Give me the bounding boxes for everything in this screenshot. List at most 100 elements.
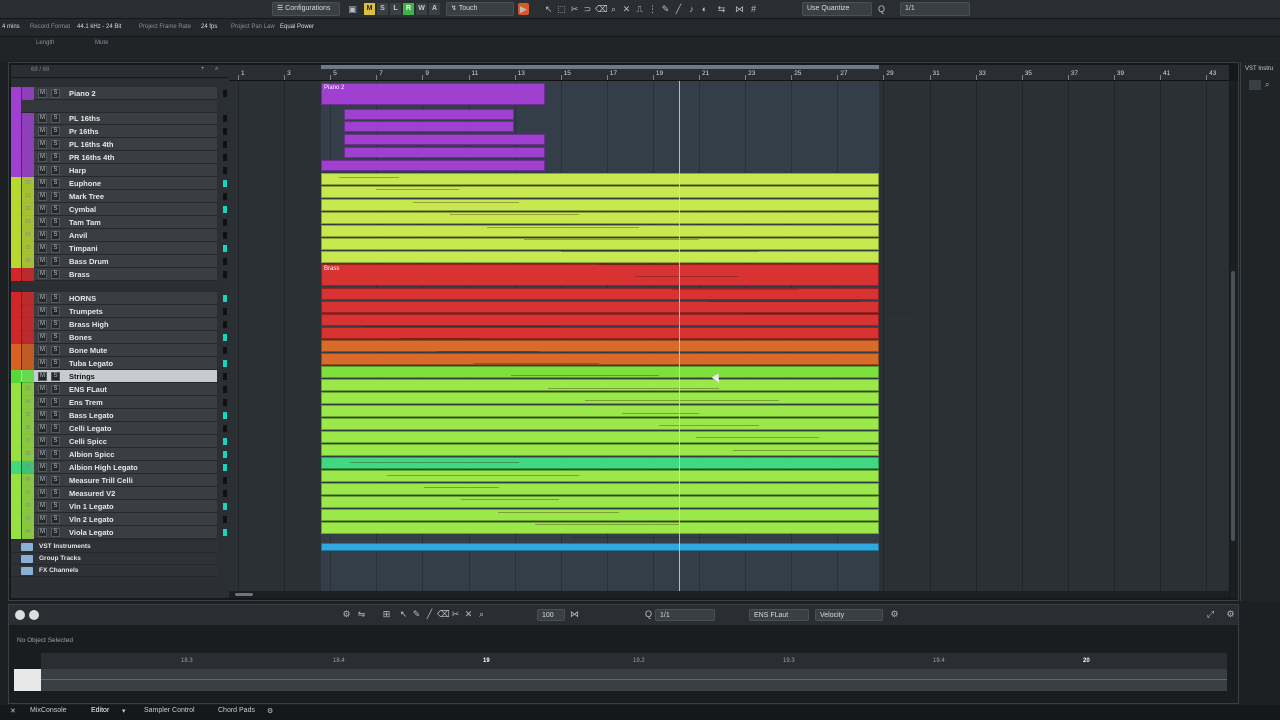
track-mute-button[interactable]: M bbox=[38, 359, 47, 368]
midi-part-strings-section[interactable] bbox=[321, 509, 879, 521]
tab-sampler-control[interactable]: Sampler Control bbox=[144, 707, 195, 714]
track-row[interactable]: M S Bone Mute bbox=[11, 344, 227, 357]
track-name[interactable]: Tam Tam bbox=[69, 216, 101, 229]
track-mute-button[interactable]: M bbox=[38, 398, 47, 407]
snap-icon[interactable]: ⋈ bbox=[734, 3, 745, 15]
track-mute-button[interactable]: M bbox=[38, 437, 47, 446]
track-name[interactable]: Bass Legato bbox=[69, 409, 114, 422]
editor-tool-2-icon[interactable]: ⇋ bbox=[356, 608, 367, 620]
folder-track[interactable]: VST Instruments bbox=[11, 541, 217, 553]
add-track-icon[interactable]: + bbox=[201, 66, 205, 72]
grid-value-field[interactable]: 100 bbox=[537, 609, 565, 621]
grid-type-icon[interactable]: # bbox=[748, 3, 759, 15]
timewarp-tool-icon[interactable]: ⋮ bbox=[647, 3, 658, 15]
track-mute-button[interactable]: M bbox=[38, 140, 47, 149]
track-name[interactable]: Ens Trem bbox=[69, 396, 103, 409]
midi-part-brass[interactable]: Brass bbox=[321, 264, 879, 286]
track-mute-button[interactable]: M bbox=[38, 502, 47, 511]
arrange-area[interactable]: Piano 2 Brass bbox=[229, 81, 1229, 598]
track-row[interactable]: 35 M S Bass Legato bbox=[11, 409, 227, 422]
controller-lane-select[interactable]: Velocity bbox=[815, 609, 883, 621]
track-name[interactable]: PR 16ths 4th bbox=[69, 151, 114, 164]
track-solo-button[interactable]: S bbox=[51, 270, 60, 279]
track-name[interactable]: Harp bbox=[69, 164, 86, 177]
editor-zoom-icon[interactable]: ⌕ bbox=[476, 608, 487, 620]
track-solo-button[interactable]: S bbox=[51, 359, 60, 368]
track-solo-button[interactable]: S bbox=[51, 398, 60, 407]
track-name[interactable]: Celli Legato bbox=[69, 422, 112, 435]
folder-name[interactable]: VST Instruments bbox=[39, 541, 91, 553]
track-name[interactable]: Tuba Legato bbox=[69, 357, 113, 370]
midi-part-brass-section[interactable] bbox=[321, 327, 879, 339]
quantize-editor-icon[interactable]: Q bbox=[643, 608, 654, 620]
track-mute-button[interactable]: M bbox=[38, 515, 47, 524]
track-mute-button[interactable]: M bbox=[38, 166, 47, 175]
quantize-mode-select[interactable]: Use Quantize bbox=[802, 2, 872, 16]
play-tool-icon[interactable]: ♪ bbox=[686, 3, 697, 15]
track-name[interactable]: Anvil bbox=[69, 229, 87, 242]
track-row[interactable]: 23 M S Tam Tam bbox=[11, 216, 227, 229]
search-icon[interactable]: ⌕ bbox=[215, 66, 218, 73]
track-name[interactable]: Viola Legato bbox=[69, 526, 113, 539]
track-row[interactable]: 43 M S Vln 2 Legato bbox=[11, 513, 227, 526]
midi-part-pl16ths4th[interactable] bbox=[344, 134, 545, 145]
folder-name[interactable]: FX Channels bbox=[39, 565, 78, 577]
midi-part-pl16ths[interactable] bbox=[344, 109, 514, 120]
track-mute-button[interactable]: M bbox=[38, 294, 47, 303]
automation-mode-select[interactable]: ↯ Touch bbox=[446, 2, 514, 16]
midi-part-percussion[interactable] bbox=[321, 212, 879, 224]
midi-part-brass-section[interactable] bbox=[321, 301, 879, 313]
editor-ruler[interactable]: 18.3 18.4 19 19.2 19.3 19.4 20 bbox=[41, 653, 1227, 669]
track-solo-button[interactable]: S bbox=[51, 437, 60, 446]
tab-settings-gear-icon[interactable]: ⚙ bbox=[267, 707, 273, 715]
glue-tool-icon[interactable]: ⊃ bbox=[582, 3, 593, 15]
midi-part-brass-low[interactable] bbox=[321, 340, 879, 352]
midi-part-pr16ths4th[interactable] bbox=[344, 147, 545, 158]
track-row[interactable]: 40 M S Measure Trill Celli bbox=[11, 474, 227, 487]
track-solo-button[interactable]: S bbox=[51, 192, 60, 201]
color-tool-icon[interactable]: ◐ bbox=[699, 3, 710, 15]
track-row[interactable]: M S Pr 16ths bbox=[11, 125, 227, 138]
track-row[interactable]: 33 M S ENS FLaut bbox=[11, 383, 227, 396]
listen-mode-button[interactable]: L bbox=[390, 3, 401, 15]
mute-tool-icon[interactable]: ✕ bbox=[621, 3, 632, 15]
track-name[interactable]: Brass High bbox=[69, 318, 109, 331]
track-mute-button[interactable]: M bbox=[38, 320, 47, 329]
track-mute-button[interactable]: M bbox=[38, 114, 47, 123]
editor-track-select[interactable]: ENS FLaut bbox=[749, 609, 809, 621]
editor-line-icon[interactable]: ╱ bbox=[424, 608, 435, 620]
track-name[interactable]: Cymbal bbox=[69, 203, 96, 216]
track-mute-button[interactable]: M bbox=[38, 244, 47, 253]
track-row[interactable]: M S PL 16ths 4th bbox=[11, 138, 227, 151]
search-icon-right[interactable]: ⌕ bbox=[1265, 80, 1269, 90]
track-mute-button[interactable]: M bbox=[38, 424, 47, 433]
track-mute-button[interactable]: M bbox=[38, 489, 47, 498]
midi-part-percussion[interactable] bbox=[321, 251, 879, 263]
editor-erase-icon[interactable]: ⌫ bbox=[437, 608, 450, 620]
playhead-cursor[interactable] bbox=[679, 81, 680, 598]
track-solo-button[interactable]: S bbox=[51, 463, 60, 472]
line-tool-icon[interactable]: ╱ bbox=[673, 3, 684, 15]
track-solo-button[interactable]: S bbox=[51, 489, 60, 498]
track-row[interactable]: M S Bones bbox=[11, 331, 227, 344]
midi-part-strings-section[interactable] bbox=[321, 405, 879, 417]
midi-part-strings-section[interactable] bbox=[321, 418, 879, 430]
constrain-delay-icon[interactable]: ▣ bbox=[347, 3, 358, 15]
track-row[interactable]: 38 M S Albion Spicc bbox=[11, 448, 227, 461]
close-icon[interactable]: ✕ bbox=[10, 707, 16, 715]
midi-part-percussion[interactable] bbox=[321, 199, 879, 211]
track-row[interactable]: 36 M S Celli Legato bbox=[11, 422, 227, 435]
track-row[interactable]: 34 M S Ens Trem bbox=[11, 396, 227, 409]
track-name[interactable]: Vln 1 Legato bbox=[69, 500, 114, 513]
tab-editor[interactable]: Editor bbox=[91, 707, 109, 714]
track-row[interactable]: 22 M S Cymbal bbox=[11, 203, 227, 216]
split-tool-icon[interactable]: ✂ bbox=[569, 3, 580, 15]
track-solo-button[interactable]: S bbox=[51, 385, 60, 394]
track-solo-button[interactable]: S bbox=[51, 89, 60, 98]
midi-part-pr16ths[interactable] bbox=[344, 121, 514, 132]
instrument-rack-icon[interactable] bbox=[1249, 80, 1261, 90]
editor-split-icon[interactable]: ✂ bbox=[450, 608, 461, 620]
track-name[interactable]: Brass bbox=[69, 268, 90, 281]
midi-part-brass-low[interactable] bbox=[321, 353, 879, 365]
track-name[interactable]: Measured V2 bbox=[69, 487, 115, 500]
